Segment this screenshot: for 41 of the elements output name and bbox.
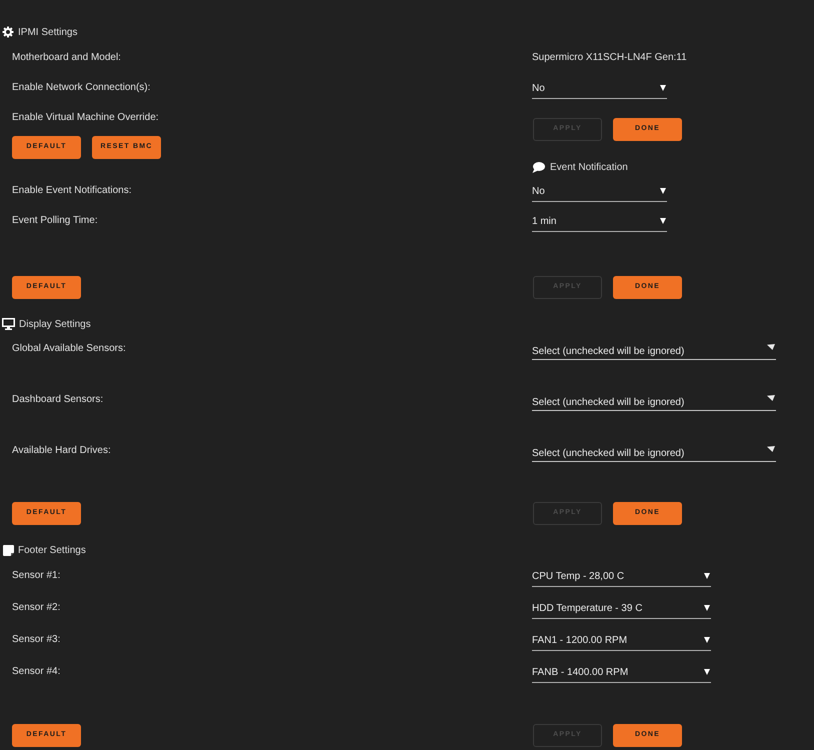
- setting-label: Global Available Sensors:: [12, 342, 126, 356]
- dropdown[interactable]: CPU Temp - 28,00 C: [532, 566, 711, 587]
- section-title: Footer Settings: [18, 544, 86, 558]
- setting-label: Dashboard Sensors:: [12, 392, 104, 406]
- setting-label: Sensor #1:: [12, 568, 60, 582]
- dropdown[interactable]: No: [532, 78, 667, 99]
- setting-label: Enable Event Notifications:: [12, 184, 132, 198]
- caret-icon: [704, 605, 710, 611]
- dropdown[interactable]: FANB - 1400.00 RPM: [532, 662, 711, 683]
- setting-label: Enable Network Connection(s):: [12, 80, 150, 94]
- caret-icon: [767, 344, 775, 350]
- subsection-title: Event Notification: [550, 160, 628, 174]
- note-icon: [3, 544, 14, 556]
- setting-label: Sensor #2:: [12, 600, 60, 614]
- dropdown[interactable]: Select (unchecked will be ignored): [532, 445, 776, 462]
- monitor-icon: [2, 318, 15, 330]
- caret-icon: [767, 395, 775, 401]
- section-title: IPMI Settings: [18, 26, 78, 40]
- caret-icon: [704, 669, 710, 675]
- caret-icon: [660, 188, 666, 194]
- caret-icon: [660, 85, 666, 91]
- caret-icon: [660, 218, 666, 224]
- setting-label: Sensor #3:: [12, 632, 60, 646]
- dropdown[interactable]: 1 min: [532, 211, 667, 232]
- section-title: Display Settings: [19, 318, 91, 332]
- caret-icon: [767, 446, 775, 452]
- setting-label: Available Hard Drives:: [12, 444, 111, 458]
- speech-bubble-icon: [532, 162, 545, 172]
- dropdown[interactable]: FAN1 - 1200.00 RPM: [532, 630, 711, 651]
- gear-icon: [2, 26, 14, 38]
- dropdown[interactable]: HDD Temperature - 39 C: [532, 598, 711, 619]
- setting-label: Event Polling Time:: [12, 214, 98, 228]
- dropdown[interactable]: Select (unchecked will be ignored): [532, 343, 776, 360]
- caret-icon: [704, 573, 710, 579]
- caret-icon: [704, 637, 710, 643]
- setting-value: Supermicro X11SCH-LN4F Gen:11: [532, 50, 687, 64]
- dropdown[interactable]: Select (unchecked will be ignored): [532, 394, 776, 411]
- dropdown[interactable]: No: [532, 181, 667, 202]
- setting-label: Enable Virtual Machine Override:: [12, 110, 159, 124]
- setting-label: Sensor #4:: [12, 664, 60, 678]
- setting-label: Motherboard and Model:: [12, 50, 121, 64]
